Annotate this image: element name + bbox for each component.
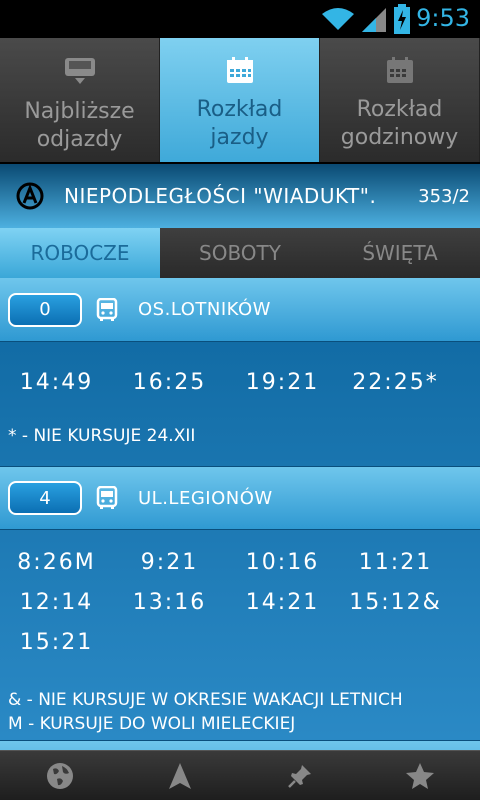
times-row: 14:49 16:25 19:21 22:25* [0, 362, 480, 402]
departure-time: 16:25 [132, 369, 207, 395]
departure-time: 19:21 [245, 369, 320, 395]
departure-time: 11:21 [358, 549, 433, 575]
signal-icon [362, 8, 386, 32]
clock: 9:53 [416, 4, 470, 32]
day-type-tabs: ROBOCZE SOBOTY ŚWIĘTA [0, 228, 480, 278]
line-number-badge[interactable]: 0 [8, 292, 82, 327]
calendar-icon [386, 57, 413, 83]
star-icon [406, 762, 434, 789]
stop-header[interactable]: NIEPODLEGŁOŚCI "WIADUKT". 353/2 [0, 162, 480, 228]
tab-label-line2: odjazdy [36, 127, 123, 152]
bus-icon [96, 297, 118, 321]
departure-time: 9:21 [140, 549, 199, 575]
nav-pinned[interactable] [240, 751, 360, 800]
footnote: * - NIE KURSUJE 24.XII [8, 426, 196, 446]
tab-label-line1: Rozkład [356, 97, 443, 122]
departure-time: 15:21 [19, 629, 94, 655]
nav-map[interactable] [0, 751, 120, 800]
nav-location[interactable] [120, 751, 240, 800]
calendar-icon [226, 57, 253, 83]
bus-list-icon [64, 58, 95, 84]
tab-label-line2: godzinowy [340, 125, 459, 150]
timetable-list[interactable]: 0 OS.LOTNIKÓW 14:49 16:25 19:21 22:25* *… [0, 278, 480, 750]
line-header[interactable] [0, 740, 480, 750]
departure-time: 13:16 [132, 589, 207, 615]
tab-workdays[interactable]: ROBOCZE [0, 228, 160, 278]
tab-saturdays[interactable]: SOBOTY [160, 228, 320, 278]
main-tabs: Najbliższe odjazdy Rozkład jazdy Rozkład… [0, 38, 480, 162]
stop-a-icon [16, 182, 44, 210]
departure-times: 8:26M 9:21 10:16 11:21 12:14 13:16 14:21… [0, 530, 480, 740]
line-number-badge[interactable]: 4 [8, 481, 82, 515]
departure-times: 14:49 16:25 19:21 22:25* * - NIE KURSUJE… [0, 342, 480, 466]
tab-timetable[interactable]: Rozkład jazdy [160, 38, 320, 162]
departure-time: 10:16 [245, 549, 320, 575]
tab-nearest-departures[interactable]: Najbliższe odjazdy [0, 38, 160, 162]
departure-time: 22:25* [352, 369, 439, 395]
departure-time: 14:21 [245, 589, 320, 615]
bus-icon [96, 486, 118, 509]
line-destination: UL.LEGIONÓW [138, 487, 273, 509]
departure-time: 14:49 [19, 369, 94, 395]
times-row: 15:21 [0, 622, 480, 662]
footnote: & - NIE KURSUJE W OKRESIE WAKACJI LETNIC… [8, 690, 403, 710]
stop-name: NIEPODLEGŁOŚCI "WIADUKT". [64, 184, 377, 208]
battery-icon [394, 4, 410, 34]
wifi-icon [322, 8, 354, 30]
tab-label-line1: Rozkład [196, 97, 283, 122]
footnote: M - KURSUJE DO WOLI MIELECKIEJ [8, 714, 296, 734]
tab-label-line1: Najbliższe [24, 99, 135, 124]
line-destination: OS.LOTNIKÓW [138, 299, 271, 320]
tab-hourly-timetable[interactable]: Rozkład godzinowy [320, 38, 480, 162]
globe-icon [47, 762, 73, 789]
status-bar: 9:53 [0, 0, 480, 38]
pin-icon [288, 764, 311, 788]
departure-time: 8:26M [17, 549, 96, 575]
nav-favorites[interactable] [360, 751, 480, 800]
departure-time: 15:12& [349, 589, 442, 615]
line-header[interactable]: 0 OS.LOTNIKÓW [0, 278, 480, 342]
departure-time: 12:14 [19, 589, 94, 615]
tab-holidays[interactable]: ŚWIĘTA [320, 228, 480, 278]
line-header[interactable]: 4 UL.LEGIONÓW [0, 466, 480, 530]
tab-label-line2: jazdy [210, 125, 269, 150]
stop-number: 353/2 [418, 185, 470, 207]
bottom-nav [0, 750, 480, 800]
times-row: 8:26M 9:21 10:16 11:21 [0, 542, 480, 582]
navigation-arrow-icon [169, 762, 191, 789]
times-row: 12:14 13:16 14:21 15:12& [0, 582, 480, 622]
